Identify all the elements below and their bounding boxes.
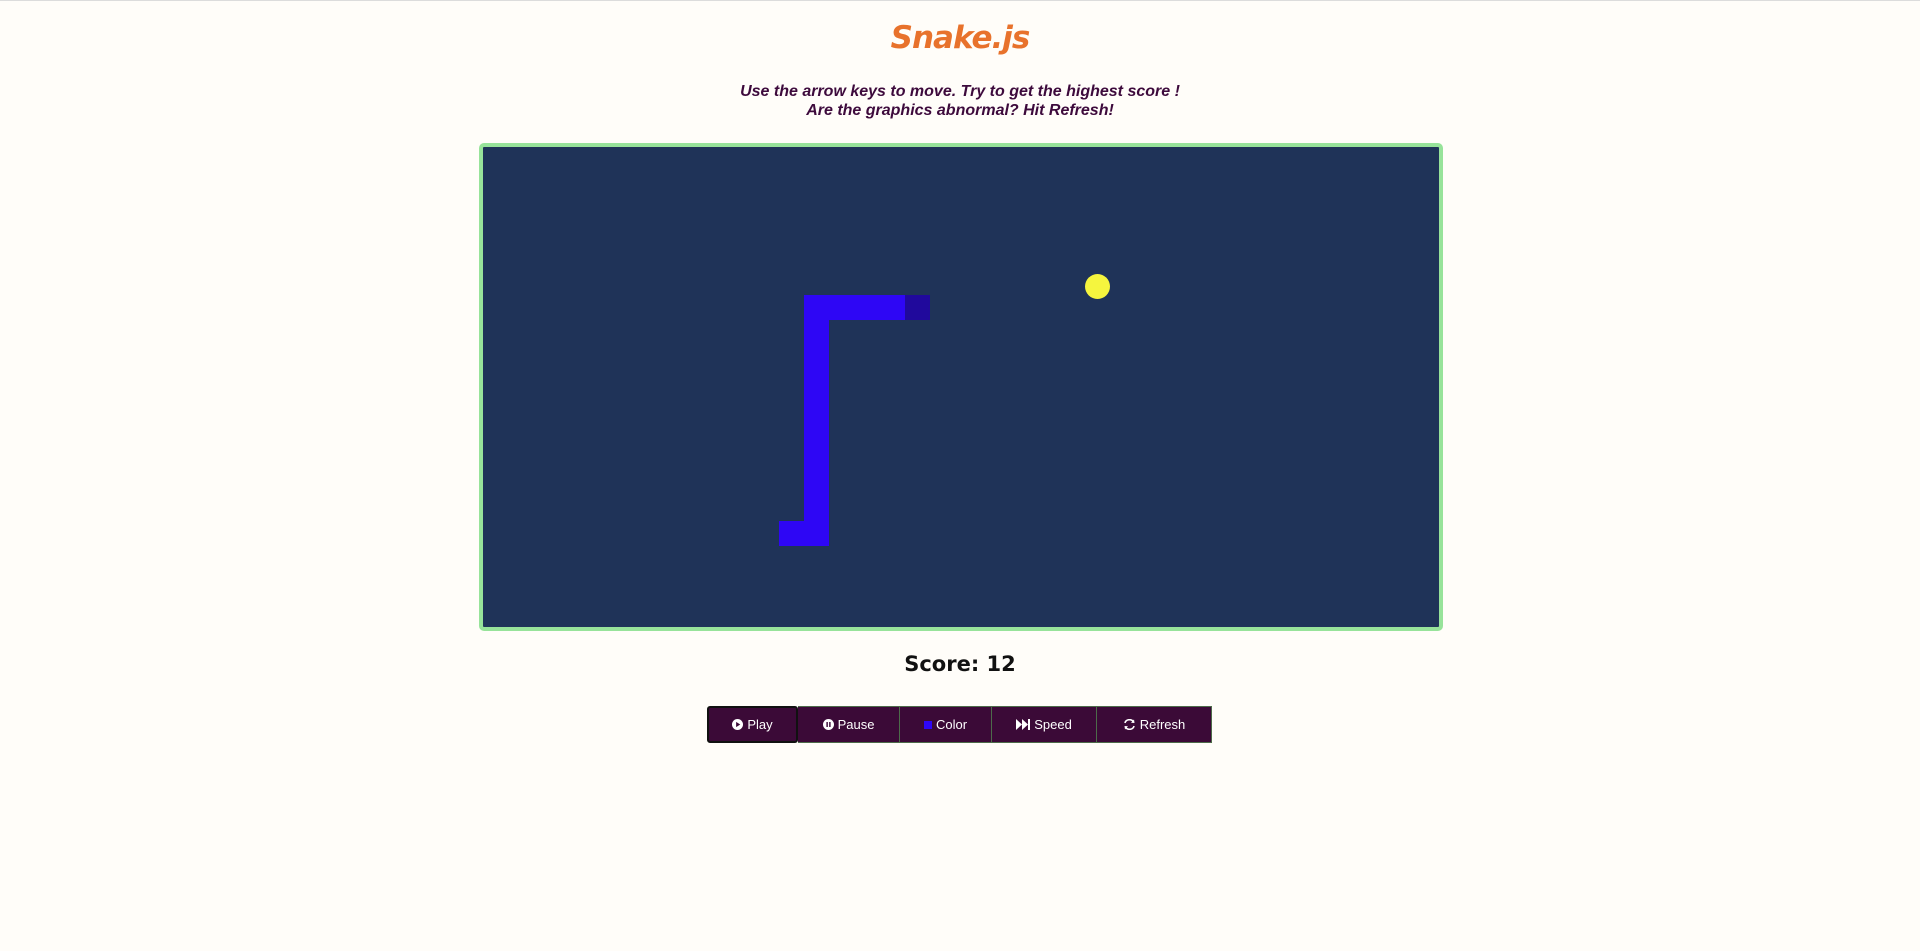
snake-head — [905, 295, 930, 320]
snake-tail — [779, 521, 829, 546]
controls-bar: Play Pause Color Speed Refresh — [707, 706, 1212, 743]
refresh-button[interactable]: Refresh — [1097, 706, 1212, 743]
speed-button-label: Speed — [1034, 717, 1072, 732]
refresh-icon — [1123, 719, 1136, 730]
play-circle-icon — [732, 719, 744, 730]
instructions-line-2: Are the graphics abnormal? Hit Refresh! — [806, 102, 1114, 119]
pause-circle-icon — [822, 719, 834, 730]
snake-body-vertical — [804, 295, 829, 546]
color-swatch-icon — [923, 720, 932, 729]
play-button[interactable]: Play — [707, 706, 798, 743]
fast-forward-icon — [1016, 719, 1031, 730]
refresh-button-label: Refresh — [1139, 717, 1186, 732]
pause-button-label: Pause — [837, 717, 875, 732]
food-pellet — [1085, 274, 1110, 299]
instructions-line-1: Use the arrow keys to move. Try to get t… — [740, 83, 1180, 100]
color-button[interactable]: Color — [900, 706, 992, 743]
score-value: 12 — [986, 652, 1016, 676]
page-title: Snake.js — [890, 20, 1031, 56]
play-button-label: Play — [747, 717, 773, 732]
game-board[interactable] — [479, 143, 1443, 631]
score-label: Score: — [904, 652, 980, 676]
instructions: Use the arrow keys to move. Try to get t… — [0, 82, 1920, 120]
pause-button[interactable]: Pause — [798, 706, 900, 743]
score-display: Score: 12 — [0, 652, 1920, 676]
color-button-label: Color — [935, 717, 968, 732]
top-divider — [0, 0, 1920, 1]
speed-button[interactable]: Speed — [992, 706, 1097, 743]
